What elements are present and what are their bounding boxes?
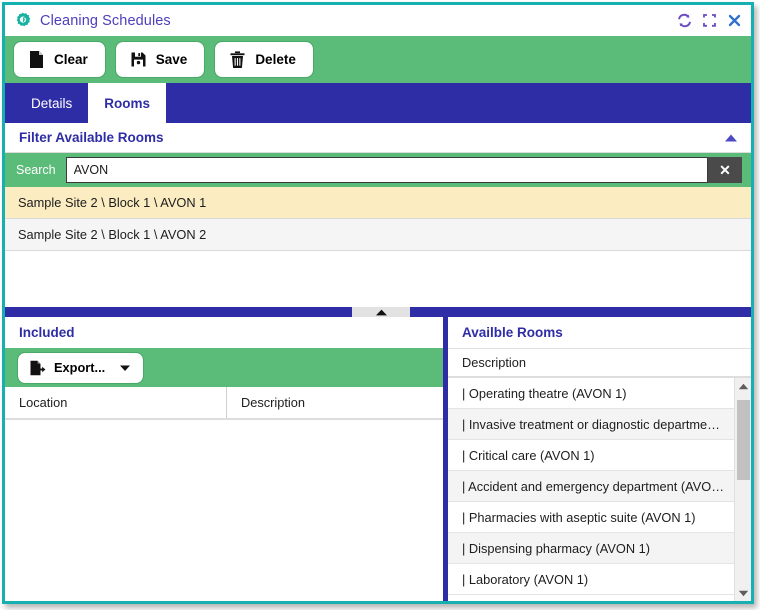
included-grid-body[interactable] <box>5 420 443 601</box>
export-button-label: Export... <box>54 360 106 375</box>
list-item[interactable]: | Accident and emergency department (AVO… <box>448 471 734 502</box>
list-item-label: | Invasive treatment or diagnostic depar… <box>462 416 720 432</box>
clear-button[interactable]: Clear <box>13 41 106 78</box>
tab-details[interactable]: Details <box>15 83 88 123</box>
splitter-grip[interactable] <box>352 307 410 317</box>
column-header-description[interactable]: Description <box>448 348 751 378</box>
scroll-up-button[interactable] <box>735 378 752 394</box>
bottom-area: Included Export... Location Description … <box>5 317 751 601</box>
search-input[interactable] <box>65 157 708 183</box>
triangle-up-icon[interactable] <box>723 133 739 143</box>
column-header-description[interactable]: Description <box>227 387 443 418</box>
included-panel: Included Export... Location Description <box>5 317 448 601</box>
available-rooms-list-wrap: | Operating theatre (AVON 1) | Invasive … <box>448 378 751 601</box>
search-row: Search ✕ <box>5 153 751 187</box>
list-item-label: Sample Site 2 \ Block 1 \ AVON 2 <box>18 227 207 242</box>
list-item[interactable]: | Operating theatre (AVON 1) <box>448 378 734 409</box>
scrollbar-thumb[interactable] <box>736 400 750 480</box>
tab-strip: Details Rooms <box>5 83 751 123</box>
column-header-location[interactable]: Location <box>5 387 227 418</box>
list-item[interactable]: | Laboratory (AVON 1) <box>448 564 734 595</box>
save-button[interactable]: Save <box>114 41 206 78</box>
page-title: Cleaning Schedules <box>40 12 171 29</box>
title-bar: Cleaning Schedules <box>5 5 751 36</box>
chevron-down-icon <box>120 365 131 371</box>
available-rooms-panel: Availble Rooms Description | Operating t… <box>448 317 751 601</box>
included-panel-title: Included <box>19 325 75 340</box>
filter-panel: Filter Available Rooms Search ✕ Sample S… <box>5 123 751 307</box>
tab-rooms[interactable]: Rooms <box>88 83 167 123</box>
refresh-icon[interactable] <box>676 12 693 29</box>
list-item[interactable]: | Critical care (AVON 1) <box>448 440 734 471</box>
list-item[interactable]: Sample Site 2 \ Block 1 \ AVON 2 <box>5 219 751 251</box>
close-icon[interactable] <box>726 12 743 29</box>
cleaning-schedules-window: Cleaning Schedules Clear Save Delete Det… <box>2 2 754 604</box>
available-rooms-scrollbar[interactable] <box>734 378 751 601</box>
list-item-label: | Laboratory (AVON 1) <box>462 571 589 587</box>
available-rooms-list[interactable]: | Operating theatre (AVON 1) | Invasive … <box>448 378 734 601</box>
filter-panel-title: Filter Available Rooms <box>19 130 164 145</box>
tab-details-label: Details <box>31 95 73 111</box>
list-item[interactable]: Sample Site 2 \ Block 1 \ AVON 1 <box>5 187 751 219</box>
search-label: Search <box>16 163 56 177</box>
window-controls <box>676 12 743 29</box>
list-item[interactable]: | Dispensing pharmacy (AVON 1) <box>448 533 734 564</box>
tab-rooms-label: Rooms <box>104 95 151 111</box>
delete-button[interactable]: Delete <box>214 41 314 78</box>
gear-icon <box>16 12 31 27</box>
scroll-down-button[interactable] <box>735 585 752 601</box>
list-item[interactable]: | Pharmacies with aseptic suite (AVON 1) <box>448 502 734 533</box>
trash-icon <box>230 50 245 68</box>
included-grid-header: Location Description <box>5 387 443 420</box>
list-item-label: Sample Site 2 \ Block 1 \ AVON 1 <box>18 195 207 210</box>
delete-button-label: Delete <box>255 52 296 67</box>
available-rooms-title: Availble Rooms <box>462 325 563 340</box>
triangle-up-icon <box>738 383 748 389</box>
filter-results-list[interactable]: Sample Site 2 \ Block 1 \ AVON 1 Sample … <box>5 187 751 307</box>
maximize-icon[interactable] <box>701 12 718 29</box>
document-icon <box>30 51 43 68</box>
list-item[interactable]: | Invasive treatment or diagnostic depar… <box>448 409 734 440</box>
panel-splitter[interactable] <box>5 307 751 317</box>
filter-panel-header[interactable]: Filter Available Rooms <box>5 123 751 153</box>
list-item-label: | Dispensing pharmacy (AVON 1) <box>462 540 650 556</box>
list-item-label: | Operating theatre (AVON 1) <box>462 385 627 401</box>
scrollbar-track[interactable] <box>735 394 752 585</box>
triangle-up-icon <box>375 309 387 315</box>
list-item-label: | Critical care (AVON 1) <box>462 447 595 463</box>
list-item-label: | Pharmacies with aseptic suite (AVON 1) <box>462 509 696 525</box>
clear-button-label: Clear <box>54 52 88 67</box>
export-button[interactable]: Export... <box>16 351 145 384</box>
export-icon <box>30 360 46 375</box>
main-toolbar: Clear Save Delete <box>5 36 751 83</box>
save-button-label: Save <box>155 52 188 67</box>
list-item-label: | Accident and emergency department (AVO… <box>462 478 724 494</box>
floppy-disk-icon <box>131 52 146 67</box>
included-toolbar: Export... <box>5 348 443 387</box>
search-clear-button[interactable]: ✕ <box>708 157 742 183</box>
triangle-down-icon <box>738 590 748 596</box>
